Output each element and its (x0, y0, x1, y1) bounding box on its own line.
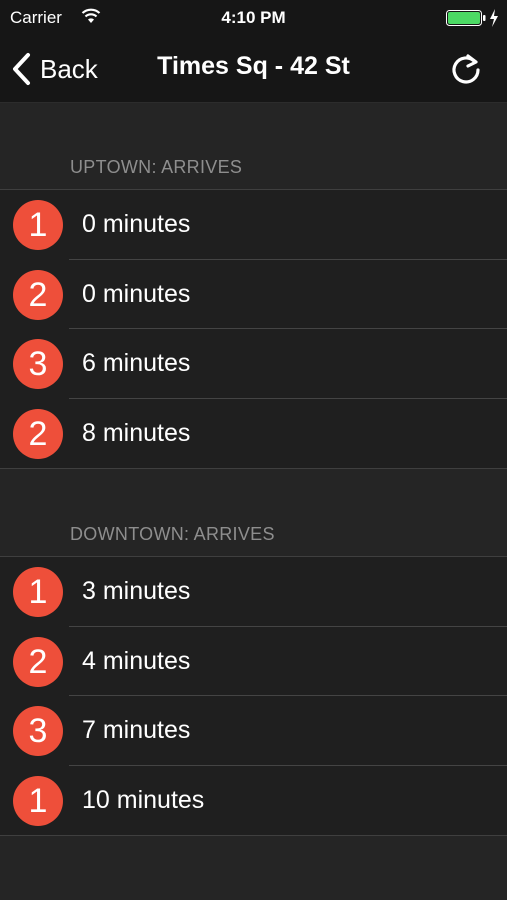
train-line-badge: 2 (13, 636, 63, 687)
status-bar: Carrier 4:10 PM (0, 0, 507, 36)
list-item[interactable]: 2 0 minutes (0, 260, 507, 329)
arrival-time: 8 minutes (82, 418, 191, 447)
refresh-icon[interactable] (446, 50, 486, 90)
list-item[interactable]: 2 4 minutes (0, 627, 507, 696)
list-item[interactable]: 1 3 minutes (0, 557, 507, 627)
navigation-bar: Times Sq - 42 St Back (0, 36, 507, 103)
arrival-time: 4 minutes (82, 646, 191, 675)
downtown-section-header: DOWNTOWN: ARRIVES (70, 524, 275, 544)
uptown-arrivals-list: 1 0 minutes 2 0 minutes 3 6 minutes 2 8 … (0, 189, 507, 469)
back-button[interactable]: Back (10, 49, 120, 89)
train-line-badge: 2 (13, 269, 63, 320)
back-label: Back (40, 53, 98, 84)
list-item[interactable]: 1 0 minutes (0, 190, 507, 260)
downtown-arrivals-list: 1 3 minutes 2 4 minutes 3 7 minutes 1 10… (0, 556, 507, 836)
arrival-time: 7 minutes (82, 716, 191, 744)
arrival-time: 3 minutes (82, 577, 191, 605)
clock: 4:10 PM (221, 8, 286, 27)
train-line-badge: 1 (13, 775, 63, 826)
train-line-badge: 3 (13, 339, 63, 389)
arrival-time: 10 minutes (82, 785, 205, 814)
train-line-badge: 3 (13, 706, 63, 756)
list-item[interactable]: 1 10 minutes (0, 766, 507, 836)
uptown-section-header: UPTOWN: ARRIVES (70, 157, 243, 177)
train-line-badge: 2 (13, 408, 63, 459)
arrival-time: 0 minutes (82, 210, 191, 238)
train-line-badge: 1 (13, 200, 63, 250)
arrival-time: 0 minutes (82, 279, 191, 308)
list-item[interactable]: 3 7 minutes (0, 696, 507, 766)
arrival-time: 6 minutes (82, 349, 191, 377)
chevron-left-icon (13, 53, 30, 85)
charging-bolt-icon (490, 9, 498, 27)
list-item[interactable]: 2 8 minutes (0, 399, 507, 469)
battery-icon (446, 10, 486, 26)
list-item[interactable]: 3 6 minutes (0, 329, 507, 399)
train-line-badge: 1 (13, 567, 63, 617)
